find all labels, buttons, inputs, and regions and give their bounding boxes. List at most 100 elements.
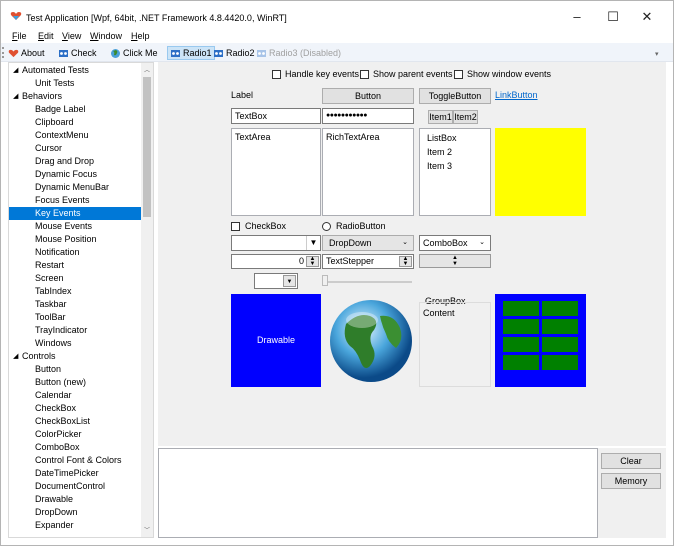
- tree-item[interactable]: Calendar: [9, 389, 142, 402]
- tree-item[interactable]: ◢ Controls: [9, 350, 142, 363]
- tree-item[interactable]: Drawable: [9, 493, 142, 506]
- tree-scrollbar[interactable]: ︿ ﹀: [141, 63, 153, 537]
- toolbar-grip[interactable]: [2, 47, 4, 58]
- listbox[interactable]: ListBox Item 2 Item 3: [419, 128, 491, 216]
- tree-item[interactable]: Button: [9, 363, 142, 376]
- tree-item[interactable]: Taskbar: [9, 298, 142, 311]
- radio2-button[interactable]: Radio2: [213, 46, 255, 60]
- stepper[interactable]: ▲ ▼: [419, 254, 491, 268]
- show-parent-events-checkbox[interactable]: [360, 69, 369, 79]
- tree-item[interactable]: ◢ Behaviors: [9, 90, 142, 103]
- numeric-stepper[interactable]: 0 ▲ ▼: [231, 254, 321, 269]
- tree-item[interactable]: Cursor: [9, 142, 142, 155]
- event-log[interactable]: [158, 448, 598, 538]
- tree-item[interactable]: Drag and Drop: [9, 155, 142, 168]
- minimize-button[interactable]: –: [562, 8, 592, 26]
- click-me-button[interactable]: Click Me: [110, 46, 158, 60]
- radiobutton-control[interactable]: RadioButton: [322, 221, 386, 231]
- dropdown[interactable]: DropDown ⌄: [322, 235, 414, 251]
- list-item[interactable]: Item 3: [427, 161, 483, 175]
- tree-item[interactable]: Windows: [9, 337, 142, 350]
- tree-item[interactable]: Restart: [9, 259, 142, 272]
- small-dropdown[interactable]: ▼: [254, 273, 298, 289]
- tree-scroll-thumb[interactable]: [143, 77, 151, 217]
- tree-item[interactable]: Dynamic MenuBar: [9, 181, 142, 194]
- tree-item[interactable]: ToolBar: [9, 311, 142, 324]
- expand-caret-icon[interactable]: ◢: [13, 90, 18, 103]
- tree-item[interactable]: Notification: [9, 246, 142, 259]
- maximize-button[interactable]: ☐: [598, 8, 628, 26]
- about-button[interactable]: About: [8, 46, 45, 60]
- list-item[interactable]: ListBox: [427, 133, 483, 147]
- show-window-events-checkbox[interactable]: [454, 69, 463, 79]
- tree-item[interactable]: DropDown: [9, 506, 142, 519]
- toggle-button[interactable]: ToggleButton: [419, 88, 491, 104]
- radio-circle[interactable]: [322, 221, 331, 231]
- stepper-arrows-icon[interactable]: ▲ ▼: [306, 256, 319, 267]
- memory-button[interactable]: Memory: [601, 473, 661, 489]
- clear-button[interactable]: Clear: [601, 453, 661, 469]
- date-picker[interactable]: ▼: [231, 235, 321, 251]
- tree-item[interactable]: Mouse Events: [9, 220, 142, 233]
- scroll-down-icon[interactable]: ﹀: [144, 525, 150, 534]
- tree-item[interactable]: ◢ Automated Tests: [9, 64, 142, 77]
- tree-item[interactable]: Clipboard: [9, 116, 142, 129]
- tree-item[interactable]: Dynamic Focus: [9, 168, 142, 181]
- tree-item[interactable]: ContextMenu: [9, 129, 142, 142]
- checkbox-box[interactable]: [231, 221, 240, 231]
- list-item[interactable]: Item 2: [427, 147, 483, 161]
- tree-item[interactable]: Unit Tests: [9, 77, 142, 90]
- expand-caret-icon[interactable]: ◢: [13, 64, 18, 77]
- tree-item[interactable]: Control Font & Colors: [9, 454, 142, 467]
- menu-view[interactable]: View: [62, 31, 81, 41]
- password-field[interactable]: ●●●●●●●●●●●: [322, 108, 414, 124]
- rich-textarea[interactable]: RichTextArea: [322, 128, 414, 216]
- show-window-events-option[interactable]: Show window events: [454, 69, 551, 79]
- drawable[interactable]: Drawable: [231, 294, 321, 387]
- tree-item[interactable]: Mouse Position: [9, 233, 142, 246]
- chevron-down-icon[interactable]: ▼: [283, 275, 296, 287]
- tree-item[interactable]: ColorPicker: [9, 428, 142, 441]
- navigation-tree[interactable]: ◢ Automated Tests Unit Tests ◢ Behaviors Badg…: [8, 62, 154, 538]
- segment-item1[interactable]: Item1: [428, 110, 453, 124]
- checkbox-control[interactable]: CheckBox: [231, 221, 286, 231]
- tree-item[interactable]: TabIndex: [9, 285, 142, 298]
- menu-edit[interactable]: Edit: [38, 31, 54, 41]
- textarea[interactable]: TextArea: [231, 128, 321, 216]
- handle-key-events-checkbox[interactable]: [272, 69, 281, 79]
- radio1-button[interactable]: Radio1: [167, 46, 215, 60]
- menu-help[interactable]: Help: [131, 31, 150, 41]
- text-stepper[interactable]: TextStepper ▲ ▼: [322, 254, 414, 269]
- button-control[interactable]: Button: [322, 88, 414, 104]
- menu-file[interactable]: File: [12, 31, 27, 41]
- tree-item[interactable]: DocumentControl: [9, 480, 142, 493]
- tree-item[interactable]: Screen: [9, 272, 142, 285]
- check-button[interactable]: Check: [58, 46, 97, 60]
- slider[interactable]: [322, 275, 414, 287]
- textbox[interactable]: TextBox: [231, 108, 321, 124]
- tree-item[interactable]: Key Events: [9, 207, 142, 220]
- tree-item[interactable]: Badge Label: [9, 103, 142, 116]
- tree-item[interactable]: CheckBoxList: [9, 415, 142, 428]
- tree-item[interactable]: TrayIndicator: [9, 324, 142, 337]
- tree-item[interactable]: DateTimePicker: [9, 467, 142, 480]
- scroll-up-icon[interactable]: ︿: [144, 65, 150, 74]
- chevron-down-icon[interactable]: ⌄: [479, 236, 485, 250]
- combobox[interactable]: ComboBox ⌄: [419, 235, 491, 251]
- toolbar-overflow-icon[interactable]: ▾: [655, 50, 659, 58]
- show-parent-events-option[interactable]: Show parent events: [360, 69, 453, 79]
- expand-caret-icon[interactable]: ◢: [13, 350, 18, 363]
- tree-item[interactable]: CheckBox: [9, 402, 142, 415]
- handle-key-events-option[interactable]: Handle key events: [272, 69, 359, 79]
- link-button[interactable]: LinkButton: [495, 90, 538, 100]
- stepper-arrows-icon[interactable]: ▲ ▼: [399, 256, 412, 267]
- close-button[interactable]: ✕: [632, 8, 662, 26]
- slider-thumb[interactable]: [322, 275, 328, 286]
- tree-item[interactable]: Focus Events: [9, 194, 142, 207]
- chevron-down-icon[interactable]: ▼: [306, 236, 320, 250]
- stepper-arrows-icon[interactable]: ▲ ▼: [452, 255, 458, 267]
- menu-window[interactable]: Window: [90, 31, 122, 41]
- tree-item[interactable]: ComboBox: [9, 441, 142, 454]
- tree-item[interactable]: Button (new): [9, 376, 142, 389]
- segment-item2[interactable]: Item2: [453, 110, 478, 124]
